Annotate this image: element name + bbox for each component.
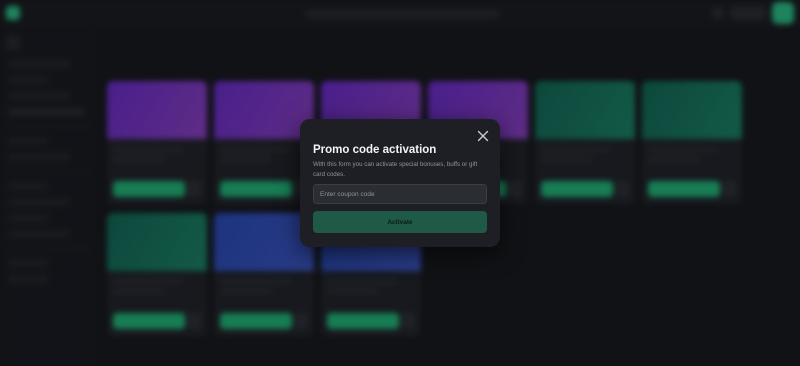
close-button[interactable] — [476, 129, 490, 143]
coupon-code-input[interactable] — [313, 184, 487, 204]
modal-title: Promo code activation — [313, 144, 437, 156]
promo-code-modal: Promo code activation With this form you… — [300, 119, 500, 247]
activate-button[interactable]: Activate — [313, 211, 487, 233]
close-icon — [477, 130, 489, 142]
modal-description: With this form you can activate special … — [313, 161, 478, 178]
